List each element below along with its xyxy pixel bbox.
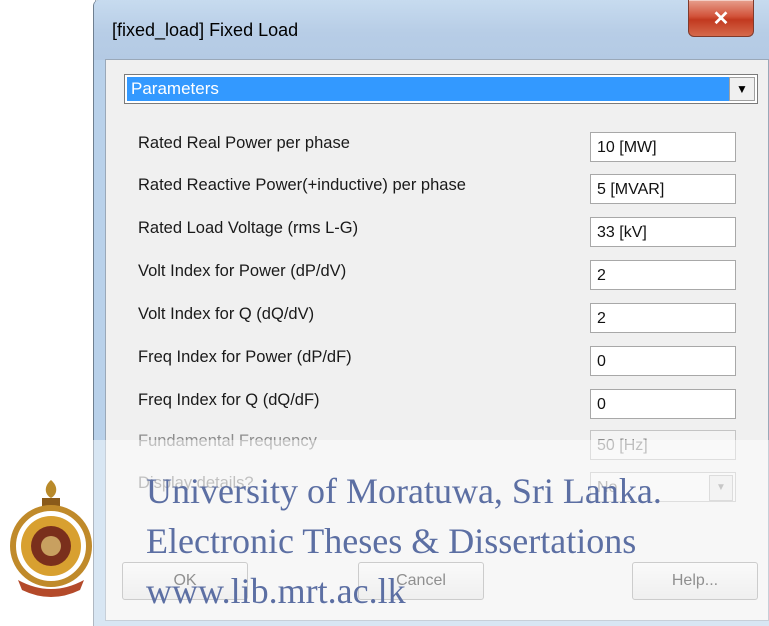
- param-label: Rated Real Power per phase: [138, 134, 350, 152]
- param-row-volt-index-power: Volt Index for Power (dP/dV) 2: [106, 256, 768, 292]
- close-button[interactable]: ✕: [688, 0, 754, 37]
- param-input-rated-reactive-power[interactable]: 5 [MVAR]: [590, 174, 736, 204]
- param-input-volt-index-power[interactable]: 2: [590, 260, 736, 290]
- chevron-down-icon: ▼: [736, 82, 748, 96]
- param-label: Volt Index for Q (dQ/dV): [138, 305, 315, 323]
- param-input-freq-index-q[interactable]: 0: [590, 389, 736, 419]
- watermark-line-url: www.lib.mrt.ac.lk: [146, 571, 406, 611]
- window-title: [fixed_load] Fixed Load: [112, 20, 299, 40]
- param-label: Freq Index for Power (dP/dF): [138, 348, 352, 366]
- param-input-rated-real-power[interactable]: 10 [MW]: [590, 132, 736, 162]
- section-dropdown[interactable]: Parameters ▼: [124, 74, 758, 104]
- param-row-rated-load-voltage: Rated Load Voltage (rms L-G) 33 [kV]: [106, 213, 768, 249]
- param-label: Rated Load Voltage (rms L-G): [138, 219, 359, 237]
- param-row-rated-reactive-power: Rated Reactive Power(+inductive) per pha…: [106, 170, 768, 206]
- param-label: Rated Reactive Power(+inductive) per pha…: [138, 176, 466, 194]
- param-input-freq-index-power[interactable]: 0: [590, 346, 736, 376]
- param-row-freq-index-q: Freq Index for Q (dQ/dF) 0: [106, 385, 768, 421]
- param-label: Volt Index for Power (dP/dV): [138, 262, 347, 280]
- param-row-rated-real-power: Rated Real Power per phase 10 [MW]: [106, 128, 768, 164]
- close-icon: ✕: [712, 7, 730, 30]
- param-row-volt-index-q: Volt Index for Q (dQ/dV) 2: [106, 299, 768, 335]
- param-input-volt-index-q[interactable]: 2: [590, 303, 736, 333]
- title-bar[interactable]: [fixed_load] Fixed Load: [94, 0, 769, 60]
- watermark-line-university: University of Moratuwa, Sri Lanka.: [146, 471, 662, 511]
- param-row-freq-index-power: Freq Index for Power (dP/dF) 0: [106, 342, 768, 378]
- university-crest-icon: [10, 480, 92, 597]
- watermark-line-theses: Electronic Theses & Dissertations: [146, 521, 637, 561]
- dropdown-arrow-button[interactable]: ▼: [729, 77, 755, 101]
- param-input-rated-load-voltage[interactable]: 33 [kV]: [590, 217, 736, 247]
- section-dropdown-value: Parameters: [127, 77, 729, 101]
- param-label: Freq Index for Q (dQ/dF): [138, 391, 320, 409]
